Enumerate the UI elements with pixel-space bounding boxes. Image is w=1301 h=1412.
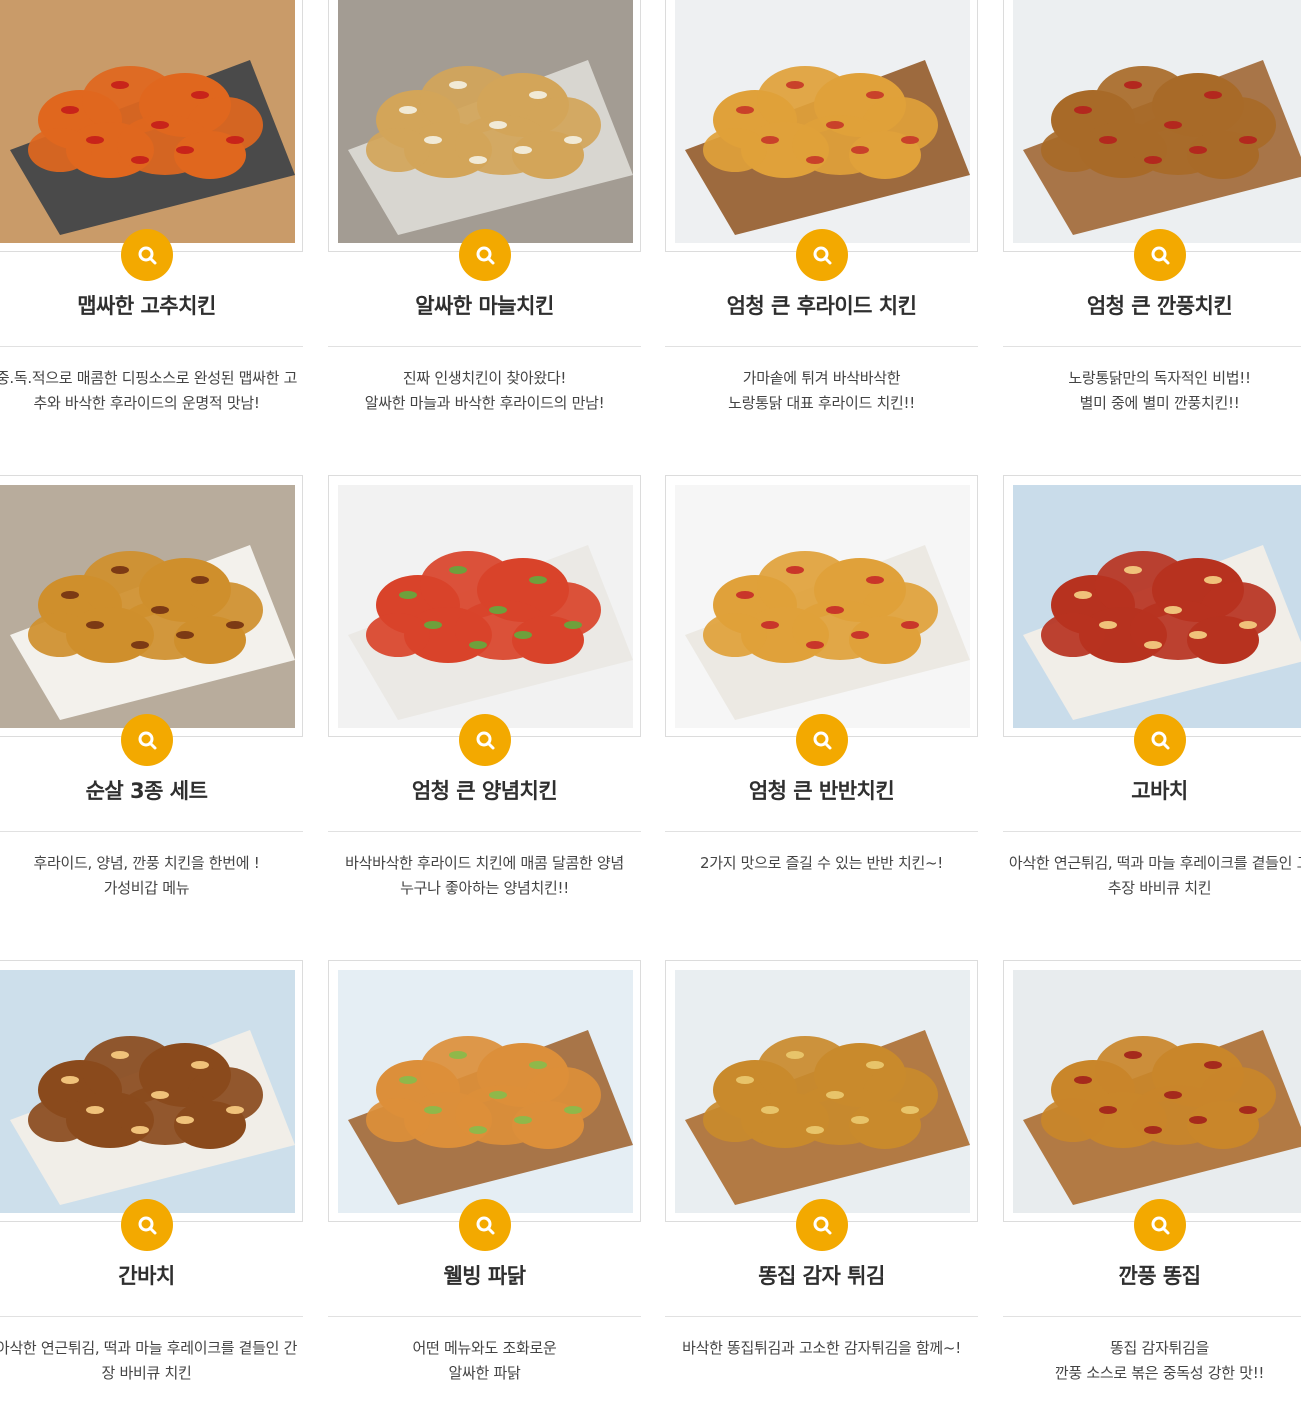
menu-photo[interactable]	[675, 0, 970, 243]
divider	[1003, 1316, 1301, 1317]
zoom-button[interactable]	[121, 1199, 173, 1251]
menu-title[interactable]: 간바치	[0, 1260, 303, 1290]
divider	[665, 831, 978, 832]
menu-title[interactable]: 맵싸한 고추치킨	[0, 290, 303, 320]
menu-description: 진짜 인생치킨이 찾아왔다! 알싸한 마늘과 바삭한 후라이드의 만남!	[364, 369, 605, 412]
zoom-button[interactable]	[121, 714, 173, 766]
menu-description: 2가지 맛으로 즐길 수 있는 반반 치킨~!	[699, 854, 944, 872]
zoom-button[interactable]	[459, 714, 511, 766]
divider	[1003, 831, 1301, 832]
menu-photo[interactable]	[1013, 970, 1301, 1213]
menu-photo-frame[interactable]	[1003, 960, 1301, 1222]
menu-title[interactable]: 웰빙 파닭	[328, 1260, 641, 1290]
zoom-button[interactable]	[796, 1199, 848, 1251]
menu-photo[interactable]	[1013, 485, 1301, 728]
menu-photo[interactable]	[675, 485, 970, 728]
menu-title[interactable]: 알싸한 마늘치킨	[328, 290, 641, 320]
menu-title[interactable]: 엄청 큰 후라이드 치킨	[665, 290, 978, 320]
menu-description: 아삭한 연근튀김, 떡과 마늘 후레이크를 곁들인 간장 바비큐 치킨	[0, 1339, 298, 1382]
menu-photo[interactable]	[338, 0, 633, 243]
divider	[665, 1316, 978, 1317]
menu-title[interactable]: 엄청 큰 반반치킨	[665, 775, 978, 805]
zoom-button[interactable]	[459, 229, 511, 281]
magnifier-icon	[138, 246, 157, 265]
menu-description: 아삭한 연근튀김, 떡과 마늘 후레이크를 곁들인 고추장 바비큐 치킨	[1008, 854, 1301, 897]
divider	[328, 831, 641, 832]
divider	[0, 831, 303, 832]
zoom-button[interactable]	[1134, 1199, 1186, 1251]
zoom-button[interactable]	[1134, 229, 1186, 281]
magnifier-icon	[1151, 731, 1170, 750]
magnifier-icon	[1151, 1216, 1170, 1235]
menu-description: 중.독.적으로 매콤한 디핑소스로 완성된 맵싸한 고추와 바삭한 후라이드의 …	[0, 369, 298, 412]
menu-photo-frame[interactable]	[665, 0, 978, 252]
menu-title[interactable]: 똥집 감자 튀김	[665, 1260, 978, 1290]
menu-photo[interactable]	[0, 0, 295, 243]
menu-description: 어떤 메뉴와도 조화로운 알싸한 파닭	[412, 1339, 557, 1382]
zoom-button[interactable]	[459, 1199, 511, 1251]
menu-photo-frame[interactable]	[665, 960, 978, 1222]
menu-photo-frame[interactable]	[0, 0, 303, 252]
magnifier-icon	[813, 246, 832, 265]
menu-description: 후라이드, 양념, 깐풍 치킨을 한번에 ! 가성비갑 메뉴	[33, 854, 260, 897]
menu-photo[interactable]	[338, 485, 633, 728]
magnifier-icon	[1151, 246, 1170, 265]
menu-title[interactable]: 고바치	[1003, 775, 1301, 805]
divider	[0, 346, 303, 347]
zoom-button[interactable]	[796, 229, 848, 281]
menu-photo-frame[interactable]	[1003, 0, 1301, 252]
magnifier-icon	[476, 246, 495, 265]
magnifier-icon	[138, 1216, 157, 1235]
menu-photo[interactable]	[0, 970, 295, 1213]
menu-title[interactable]: 깐풍 똥집	[1003, 1260, 1301, 1290]
menu-description: 똥집 감자튀김을 깐풍 소스로 볶은 중독성 강한 맛!!	[1054, 1339, 1265, 1382]
menu-photo-frame[interactable]	[328, 0, 641, 252]
menu-photo-frame[interactable]	[328, 475, 641, 737]
magnifier-icon	[476, 1216, 495, 1235]
menu-photo-frame[interactable]	[0, 475, 303, 737]
menu-photo[interactable]	[0, 485, 295, 728]
magnifier-icon	[476, 731, 495, 750]
menu-photo[interactable]	[675, 970, 970, 1213]
menu-title[interactable]: 엄청 큰 양념치킨	[328, 775, 641, 805]
menu-description: 바삭한 똥집튀김과 고소한 감자튀김을 함께~!	[682, 1339, 961, 1357]
menu-photo-frame[interactable]	[1003, 475, 1301, 737]
zoom-button[interactable]	[796, 714, 848, 766]
menu-description: 가마솥에 튀겨 바삭바삭한 노랑통닭 대표 후라이드 치킨!!	[728, 369, 915, 412]
divider	[328, 1316, 641, 1317]
divider	[665, 346, 978, 347]
divider	[1003, 346, 1301, 347]
magnifier-icon	[813, 731, 832, 750]
menu-description: 바삭바삭한 후라이드 치킨에 매콤 달콤한 양념 누구나 좋아하는 양념치킨!!	[345, 854, 624, 897]
magnifier-icon	[813, 1216, 832, 1235]
menu-photo-frame[interactable]	[328, 960, 641, 1222]
menu-photo[interactable]	[1013, 0, 1301, 243]
menu-photo-frame[interactable]	[0, 960, 303, 1222]
menu-title[interactable]: 순살 3종 세트	[0, 775, 303, 805]
menu-description: 노랑통닭만의 독자적인 비법!! 별미 중에 별미 깐풍치킨!!	[1068, 369, 1251, 412]
menu-photo-frame[interactable]	[665, 475, 978, 737]
zoom-button[interactable]	[121, 229, 173, 281]
divider	[0, 1316, 303, 1317]
menu-title[interactable]: 엄청 큰 깐풍치킨	[1003, 290, 1301, 320]
menu-photo[interactable]	[338, 970, 633, 1213]
zoom-button[interactable]	[1134, 714, 1186, 766]
divider	[328, 346, 641, 347]
magnifier-icon	[138, 731, 157, 750]
